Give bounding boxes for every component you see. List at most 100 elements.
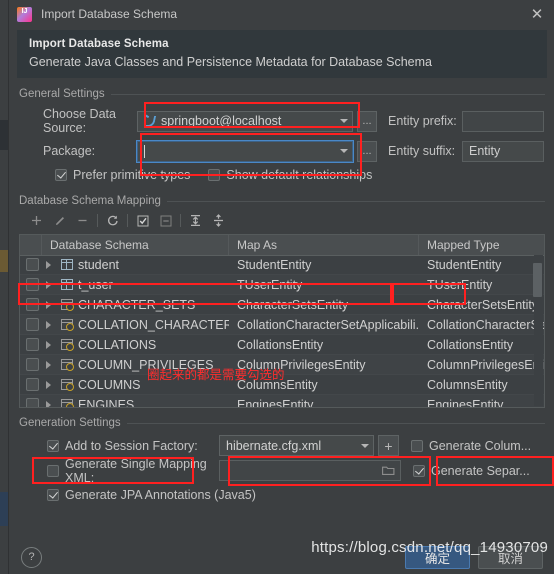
chevron-right-icon[interactable]: [46, 280, 56, 289]
add-to-session-factory-checkbox[interactable]: Add to Session Factory:: [19, 439, 219, 453]
data-source-combo[interactable]: springboot@localhost: [137, 110, 353, 132]
prefer-primitive-types-checkbox[interactable]: Prefer primitive types: [55, 168, 190, 182]
chevron-right-icon[interactable]: [46, 380, 56, 389]
row-mapped-type[interactable]: TUserEntity: [419, 278, 544, 292]
row-schema-name: ENGINES: [78, 397, 135, 408]
chevron-down-icon[interactable]: [335, 112, 352, 131]
table-row[interactable]: COLLATIONS CollationsEntity CollationsEn…: [20, 335, 544, 355]
refresh-icon[interactable]: [101, 210, 124, 231]
generate-single-mapping-label: Generate Single Mapping XML:: [65, 456, 207, 485]
checkbox-icon: [208, 169, 221, 181]
table-icon: [61, 259, 73, 270]
expand-all-icon[interactable]: [184, 210, 207, 231]
divider: [126, 422, 545, 424]
row-map-as[interactable]: StudentEntity: [229, 258, 419, 272]
row-map-as[interactable]: EnginesEntity: [229, 398, 419, 408]
row-mapped-type[interactable]: EnginesEntity: [419, 398, 544, 408]
checkbox-icon: [411, 439, 423, 452]
toolbar-separator: [180, 214, 181, 227]
checkbox-icon: [413, 464, 425, 477]
chevron-right-icon[interactable]: [46, 360, 56, 369]
help-button[interactable]: ?: [21, 546, 42, 568]
column-header-mapped-type[interactable]: Mapped Type: [419, 235, 544, 255]
row-map-as[interactable]: CharacterSetsEntity: [229, 298, 419, 312]
remove-icon[interactable]: [71, 210, 94, 231]
show-default-relationships-label: Show default relationships: [226, 168, 373, 182]
package-browse-button[interactable]: ...: [357, 140, 377, 162]
add-icon[interactable]: [25, 210, 48, 231]
row-mapped-type[interactable]: CollationsEntity: [419, 338, 544, 352]
select-all-icon[interactable]: [131, 210, 154, 231]
title-bar: Import Database Schema ✕: [9, 0, 554, 28]
chevron-right-icon[interactable]: [46, 320, 56, 329]
row-checkbox[interactable]: [26, 318, 39, 331]
table-row[interactable]: CHARACTER_SETS CharacterSetsEntity Chara…: [20, 295, 544, 315]
single-mapping-input[interactable]: [219, 460, 401, 481]
row-mapped-type[interactable]: CharacterSetsEntity: [419, 298, 544, 312]
row-map-as[interactable]: CollationsEntity: [229, 338, 419, 352]
session-factory-combo[interactable]: hibernate.cfg.xml: [219, 435, 374, 456]
schema-toolbar: [19, 209, 545, 232]
row-map-as[interactable]: CollationCharacterSetApplicabili...: [229, 318, 419, 332]
column-header-checkbox: [20, 235, 42, 255]
data-source-browse-button[interactable]: ...: [357, 110, 377, 132]
table-row[interactable]: t_user TUserEntity TUserEntity: [20, 275, 544, 295]
table-header: Database Schema Map As Mapped Type: [20, 235, 544, 256]
row-schema-name: t_user: [78, 277, 113, 292]
checkbox-icon: [47, 489, 59, 501]
row-mapped-type[interactable]: ColumnsEntity: [419, 378, 544, 392]
chevron-right-icon[interactable]: [46, 260, 56, 269]
close-icon[interactable]: ✕: [523, 1, 551, 27]
folder-icon[interactable]: [382, 465, 395, 479]
row-checkbox[interactable]: [26, 278, 39, 291]
generation-settings-label: Generation Settings: [19, 417, 121, 429]
row-checkbox[interactable]: [26, 398, 39, 407]
package-label: Package:: [43, 144, 96, 158]
entity-prefix-input[interactable]: [462, 110, 544, 132]
chevron-down-icon[interactable]: [335, 142, 352, 161]
table-row[interactable]: student StudentEntity StudentEntity: [20, 255, 544, 275]
dialog-banner: Import Database Schema Generate Java Cla…: [17, 30, 547, 78]
entity-suffix-label: Entity suffix:: [388, 144, 456, 158]
text-caret: [144, 144, 145, 158]
table-row[interactable]: ENGINES EnginesEntity EnginesEntity: [20, 395, 544, 407]
row-checkbox[interactable]: [26, 378, 39, 391]
package-combo[interactable]: [136, 139, 354, 163]
general-settings-group: General Settings Choose Data Source: spr…: [19, 88, 545, 186]
row-checkbox[interactable]: [26, 358, 39, 371]
banner-title: Import Database Schema: [29, 38, 169, 50]
chevron-down-icon[interactable]: [356, 436, 373, 455]
add-config-button[interactable]: +: [378, 435, 399, 456]
column-header-map-as[interactable]: Map As: [229, 235, 419, 255]
row-schema-name: COLLATIONS: [78, 337, 157, 352]
collapse-all-icon[interactable]: [207, 210, 230, 231]
deselect-all-icon[interactable]: [154, 210, 177, 231]
banner-subtitle: Generate Java Classes and Persistence Me…: [29, 55, 432, 69]
table-scrollbar-thumb[interactable]: [533, 263, 542, 297]
chevron-right-icon[interactable]: [46, 400, 56, 407]
generate-jpa-annotations-checkbox[interactable]: Generate JPA Annotations (Java5): [47, 488, 256, 502]
divider: [110, 93, 545, 95]
row-mapped-type[interactable]: ColumnPrivilegesEntity: [419, 358, 544, 372]
row-checkbox[interactable]: [26, 298, 39, 311]
schema-mapping-title: Database Schema Mapping: [19, 195, 545, 207]
table-scrollbar-track[interactable]: [533, 255, 543, 406]
generate-column-checkbox[interactable]: Generate Colum...: [411, 439, 531, 453]
row-mapped-type[interactable]: StudentEntity: [419, 258, 544, 272]
add-to-session-factory-label: Add to Session Factory:: [65, 438, 198, 453]
row-checkbox[interactable]: [26, 338, 39, 351]
show-default-relationships-checkbox[interactable]: Show default relationships: [208, 168, 372, 182]
row-mapped-type[interactable]: CollationCharacterSetApplicabilityEntity: [419, 318, 544, 332]
chevron-right-icon[interactable]: [46, 340, 56, 349]
generation-settings-title: Generation Settings: [19, 417, 545, 429]
chevron-right-icon[interactable]: [46, 300, 56, 309]
generate-separate-checkbox[interactable]: Generate Separ...: [413, 464, 530, 478]
row-checkbox[interactable]: [26, 258, 39, 271]
column-header-database-schema[interactable]: Database Schema: [42, 235, 229, 255]
generate-single-mapping-checkbox[interactable]: Generate Single Mapping XML:: [19, 457, 219, 485]
row-map-as[interactable]: TUserEntity: [229, 278, 419, 292]
edit-icon[interactable]: [48, 210, 71, 231]
view-icon: [61, 319, 74, 331]
entity-suffix-input[interactable]: Entity: [462, 140, 544, 162]
table-row[interactable]: COLLATION_CHARACTER_SET_APPLICABILITY Co…: [20, 315, 544, 335]
